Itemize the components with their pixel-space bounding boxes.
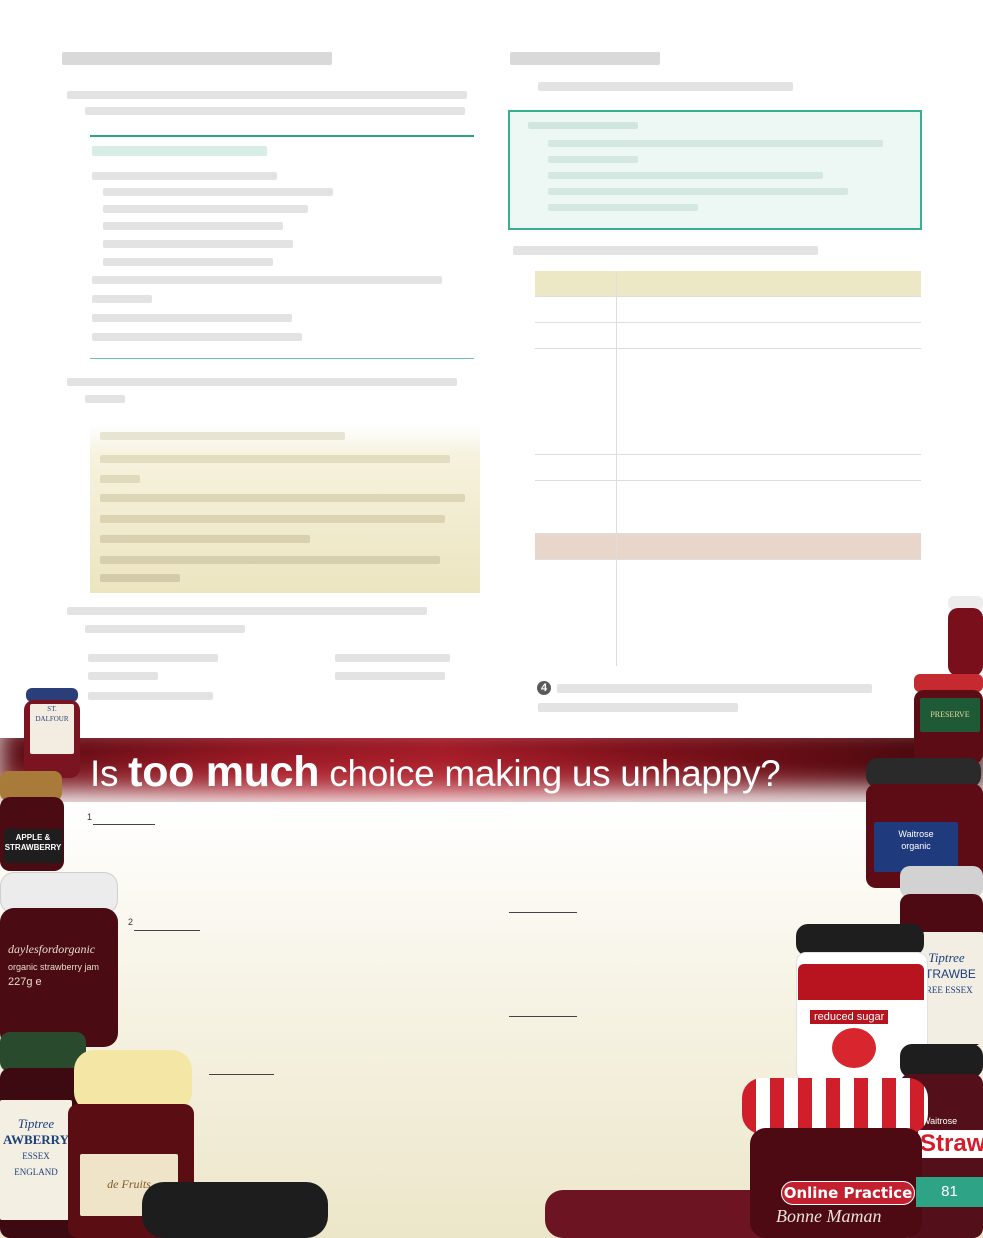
heading-blank	[209, 1074, 274, 1075]
option-line	[88, 692, 213, 700]
right-edge-jar-1	[948, 596, 983, 676]
faded-upper-section: 4	[0, 0, 983, 735]
heading-blank	[93, 824, 155, 825]
box-line	[92, 314, 292, 322]
section-heading-left	[62, 52, 332, 65]
paragraph-number: 1	[87, 812, 93, 822]
tiptree-left-label: Tiptree AWBERRY ESSEX ENGLAND	[0, 1100, 72, 1220]
notes-table	[535, 271, 921, 666]
box-line	[103, 205, 308, 213]
online-practice-button[interactable]: Online Practice	[781, 1181, 915, 1205]
box-line	[92, 172, 277, 180]
box-line	[100, 455, 450, 463]
table-highlight-row	[535, 534, 921, 560]
table-row	[535, 349, 921, 455]
box-line	[100, 535, 310, 543]
paragraph-number: 2	[128, 917, 134, 927]
exercise-number-badge: 4	[537, 681, 551, 695]
box-line	[92, 333, 302, 341]
heading-blank	[509, 912, 577, 913]
instruction-line	[85, 107, 465, 115]
box-line	[103, 240, 293, 248]
box-line	[92, 295, 152, 303]
box-line	[100, 494, 465, 502]
box-top-rule	[90, 135, 474, 137]
instruction-line	[67, 91, 467, 99]
section-heading-right	[510, 52, 660, 65]
box-subheading	[92, 146, 267, 156]
option-line	[88, 654, 218, 662]
beige-exercise-box	[90, 425, 480, 593]
box-line	[100, 432, 345, 440]
table-row	[535, 560, 921, 665]
table-header-row	[535, 271, 921, 297]
st-dalfour-jar: ST. DALFOUR	[24, 688, 80, 778]
box-line	[100, 556, 440, 564]
instruction-line	[85, 625, 245, 633]
instruction-line	[557, 684, 872, 693]
bottom-center-jar	[142, 1182, 328, 1238]
box-line	[100, 515, 445, 523]
heading-blank	[134, 930, 200, 931]
right-preserve-jar: PRESERVE	[914, 674, 983, 764]
daylesford-organic-jar: daylesfordorganic organic strawberry jam…	[0, 872, 118, 1047]
instruction-line	[85, 395, 125, 403]
option-line	[88, 672, 158, 680]
instruction-line	[67, 607, 427, 615]
subheading-line	[538, 82, 793, 91]
box-line	[103, 222, 283, 230]
box-line	[103, 258, 273, 266]
table-row	[535, 481, 921, 534]
instruction-line	[538, 703, 738, 712]
box-line	[100, 475, 140, 483]
table-row	[535, 455, 921, 481]
instruction-line	[67, 378, 457, 386]
heading-blank	[509, 1016, 577, 1017]
apple-strawberry-jar: APPLE & STRAWBERRY	[0, 771, 66, 871]
instruction-line	[513, 246, 818, 255]
article-title: Is too much choice making us unhappy?	[90, 748, 781, 796]
box-line	[92, 276, 442, 284]
table-row	[535, 323, 921, 349]
table-row	[535, 297, 921, 323]
bonne-maman-jar: Bonne Maman	[742, 1078, 928, 1238]
teal-info-box	[508, 110, 922, 230]
page-number: 81	[916, 1177, 983, 1207]
box-bottom-rule	[90, 358, 474, 359]
option-line	[335, 672, 445, 680]
option-line	[335, 654, 450, 662]
box-line	[100, 574, 180, 582]
box-line	[103, 188, 333, 196]
